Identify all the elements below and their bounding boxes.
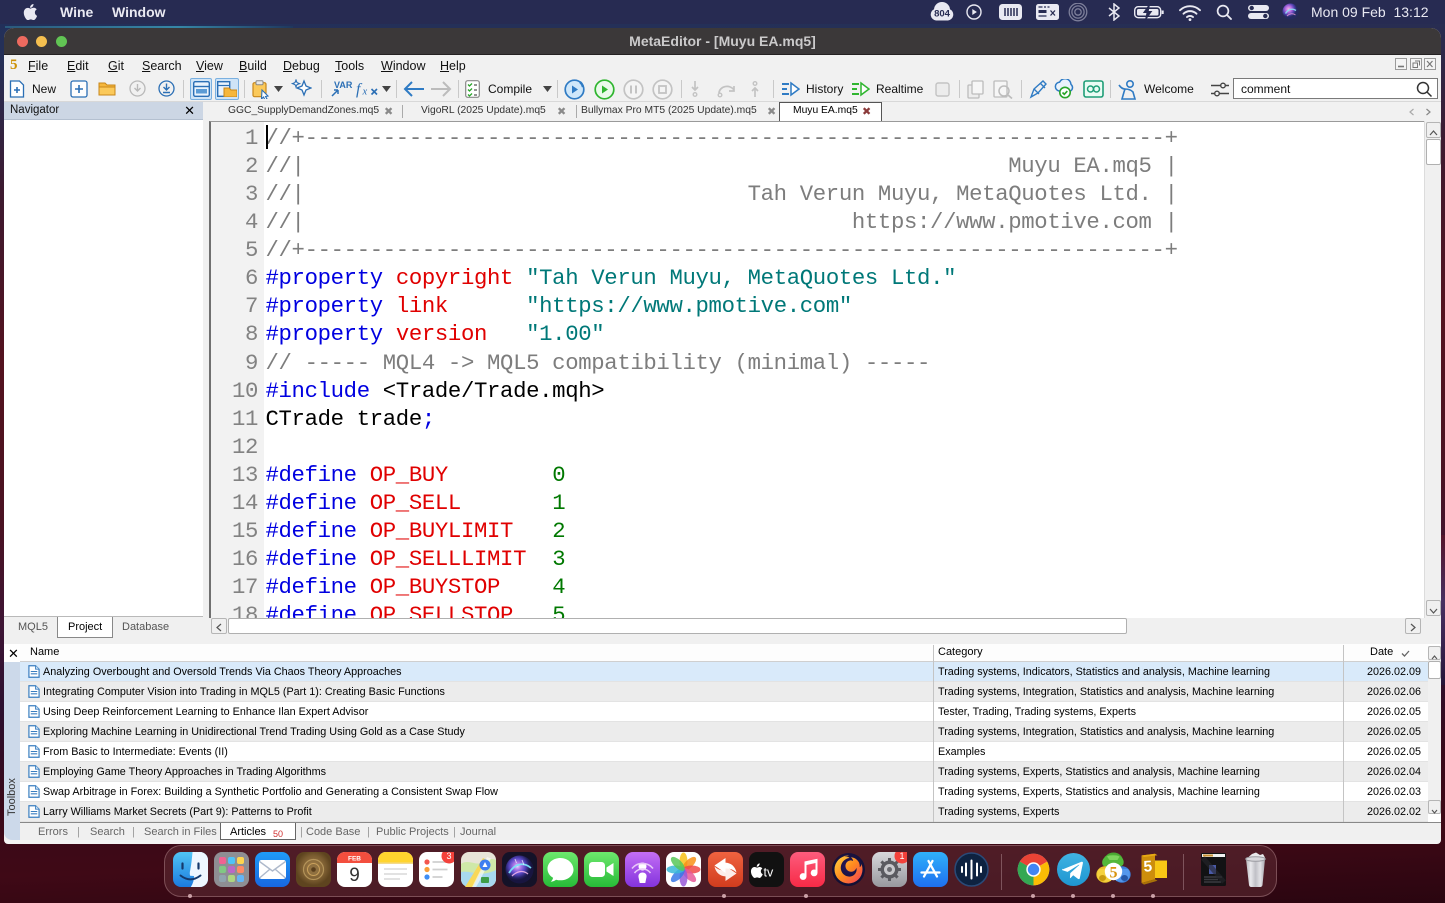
- svg-text:1: 1: [900, 852, 905, 861]
- svg-text:FEB: FEB: [348, 856, 361, 863]
- svg-text:804: 804: [934, 9, 951, 20]
- svg-text:9: 9: [349, 865, 360, 886]
- svg-text:5: 5: [1109, 865, 1117, 882]
- svg-text:5: 5: [1143, 858, 1153, 876]
- svg-text:x: x: [362, 87, 368, 98]
- svg-text:tv: tv: [763, 866, 773, 880]
- svg-text:3: 3: [447, 852, 452, 861]
- svg-text:VAR: VAR: [334, 80, 353, 90]
